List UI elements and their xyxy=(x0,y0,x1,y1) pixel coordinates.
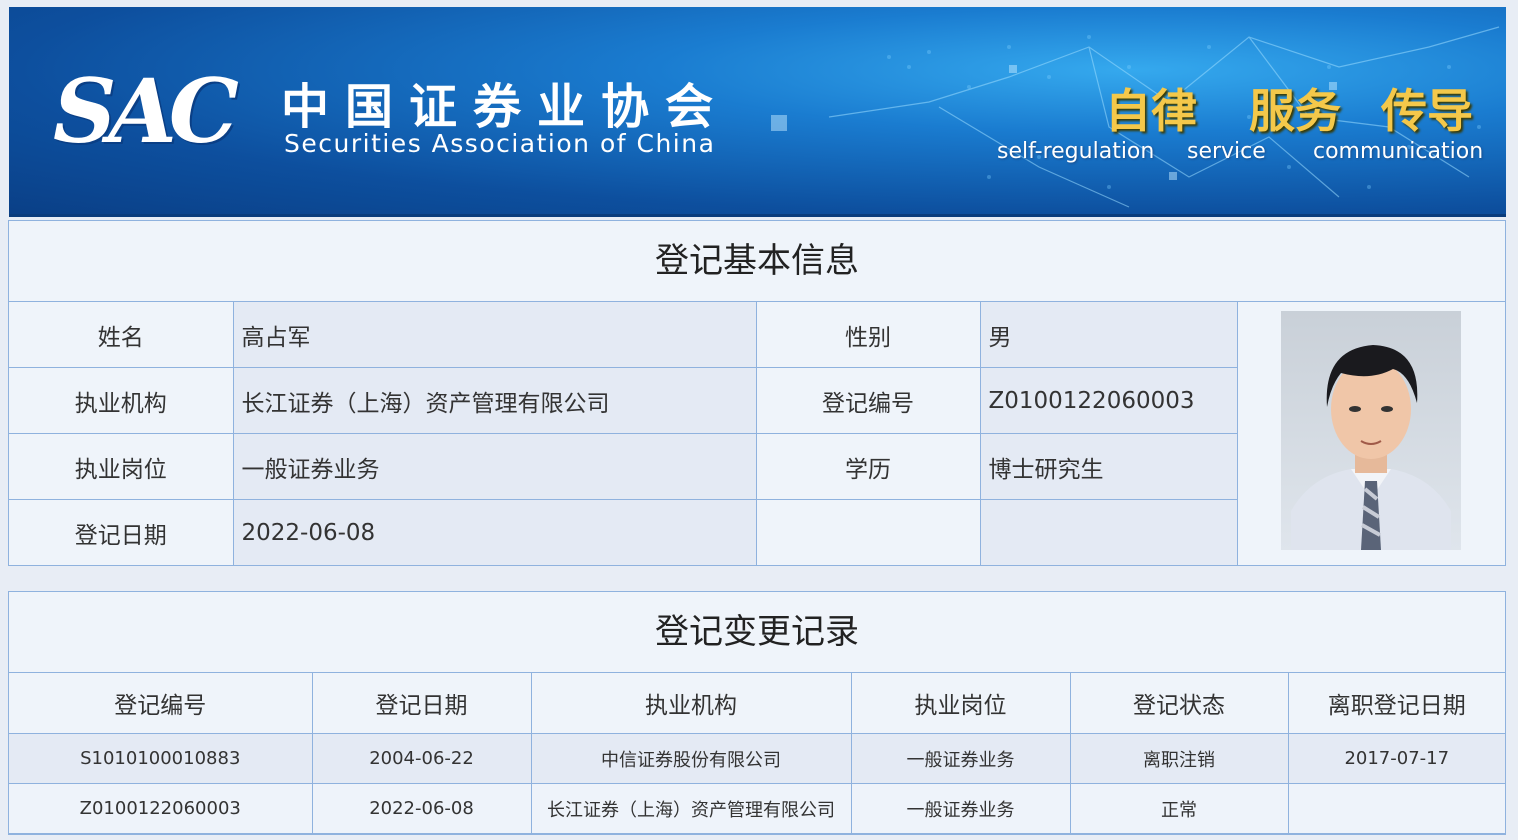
column-header: 登记日期 xyxy=(311,673,532,734)
table-row: S1010100010883 2004-06-22 中信证券股份有限公司 一般证… xyxy=(9,733,1505,784)
value-name: 高占军 xyxy=(232,302,757,368)
value-education: 博士研究生 xyxy=(979,433,1238,500)
profile-photo xyxy=(1281,311,1462,550)
table-cell: 一般证券业务 xyxy=(850,783,1071,834)
basic-info-title: 登记基本信息 xyxy=(9,221,1505,302)
table-row: Z0100122060003 2022-06-08 长江证券（上海）资产管理有限… xyxy=(9,783,1505,834)
org-name-en: Securities Association of China xyxy=(284,129,716,158)
column-header: 执业岗位 xyxy=(850,673,1071,734)
sac-logo: SAC xyxy=(53,59,239,163)
value-registration-number: Z0100122060003 xyxy=(979,367,1238,434)
table-cell xyxy=(1287,783,1505,834)
basic-info-panel: 登记基本信息 姓名 高占军 性别 男 执业机构 长江证券（上海）资产管理有限公司… xyxy=(8,220,1506,566)
label-institution: 执业机构 xyxy=(9,367,234,434)
label-registration-number: 登记编号 xyxy=(755,367,981,434)
table-cell: 2017-07-17 xyxy=(1287,733,1505,784)
value-gender: 男 xyxy=(979,302,1238,368)
change-records-table: 登记编号 登记日期 执业机构 执业岗位 登记状态 离职登记日期 S1010100… xyxy=(9,673,1505,834)
slogan-en-service: service xyxy=(1187,139,1266,164)
value-position: 一般证券业务 xyxy=(232,433,757,500)
photo-cell xyxy=(1236,302,1505,565)
label-gender: 性别 xyxy=(755,302,981,368)
value-institution: 长江证券（上海）资产管理有限公司 xyxy=(232,367,757,434)
label-education: 学历 xyxy=(755,433,981,500)
label-position: 执业岗位 xyxy=(9,433,234,500)
table-header-row: 登记编号 登记日期 执业机构 执业岗位 登记状态 离职登记日期 xyxy=(9,673,1505,734)
table-cell: 2004-06-22 xyxy=(311,733,532,784)
table-cell: 一般证券业务 xyxy=(850,733,1071,784)
value-registration-date: 2022-06-08 xyxy=(232,499,757,565)
table-cell: S1010100010883 xyxy=(9,733,313,784)
slogan-cn-communication: 传导 xyxy=(1381,84,1473,138)
column-header: 执业机构 xyxy=(530,673,852,734)
column-header: 登记编号 xyxy=(9,673,313,734)
column-header: 登记状态 xyxy=(1069,673,1289,734)
table-cell: 2022-06-08 xyxy=(311,783,532,834)
org-name-cn: 中国证券业协会 xyxy=(281,79,730,135)
table-cell: 正常 xyxy=(1069,783,1289,834)
slogan-cn-service: 服务 xyxy=(1249,84,1341,138)
header-banner: SAC 中国证券业协会 Securities Association of Ch… xyxy=(9,7,1506,217)
change-records-panel: 登记变更记录 登记编号 登记日期 执业机构 执业岗位 登记状态 离职登记日期 S… xyxy=(8,591,1506,835)
table-cell: 中信证券股份有限公司 xyxy=(530,733,852,784)
slogan-cn-self-regulation: 自律 xyxy=(1105,84,1197,138)
label-empty xyxy=(755,499,981,565)
slogan-en-communication: communication xyxy=(1313,139,1484,164)
table-cell: 离职注销 xyxy=(1069,733,1289,784)
slogan-en-self-regulation: self-regulation xyxy=(997,139,1155,164)
change-records-title: 登记变更记录 xyxy=(9,592,1505,673)
column-header: 离职登记日期 xyxy=(1287,673,1505,734)
value-empty xyxy=(979,499,1238,565)
table-cell: 长江证券（上海）资产管理有限公司 xyxy=(530,783,852,834)
label-registration-date: 登记日期 xyxy=(9,499,234,565)
table-cell: Z0100122060003 xyxy=(9,783,313,834)
label-name: 姓名 xyxy=(9,302,234,368)
info-row: 姓名 高占军 性别 男 xyxy=(9,302,1505,565)
basic-info-table: 姓名 高占军 性别 男 执业机构 长江证券（上海）资产管理有限公司 登记编号 Z… xyxy=(9,302,1505,565)
